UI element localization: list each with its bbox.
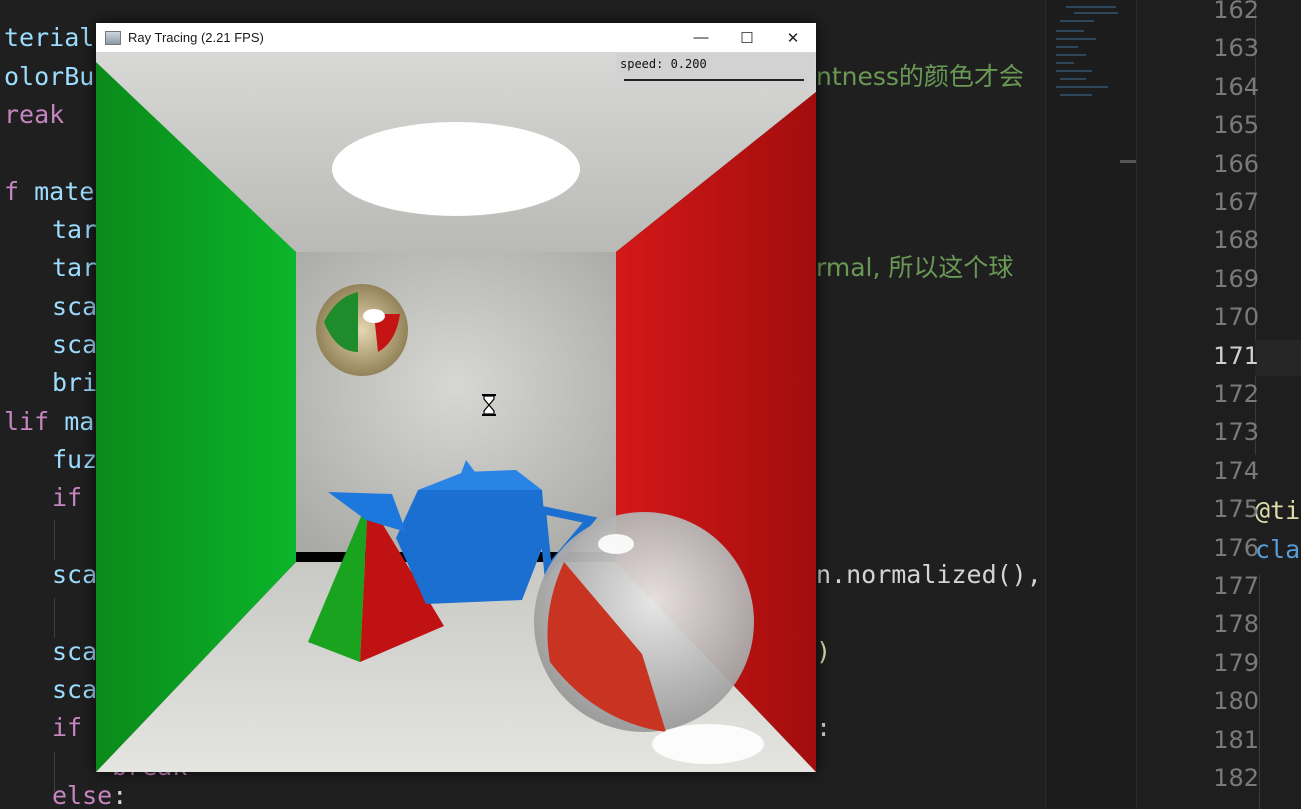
- line-number: 178: [1213, 610, 1259, 639]
- minimap[interactable]: [1045, 0, 1136, 809]
- line-number: 163: [1213, 34, 1259, 63]
- maximize-icon: ☐: [740, 29, 754, 47]
- code-token: tar: [52, 253, 98, 282]
- minimize-icon: —: [693, 29, 709, 46]
- code-line[interactable]: f mate: [4, 177, 94, 207]
- code-line[interactable]: reak: [4, 100, 64, 130]
- indent-guide: [54, 598, 55, 638]
- code-token: lif: [4, 407, 65, 436]
- cornell-box-render: [96, 52, 816, 772]
- code-fragment: :: [816, 713, 832, 742]
- line-number: 175: [1213, 495, 1259, 524]
- code-token: terial: [4, 23, 95, 52]
- code-line[interactable]: sca: [52, 560, 97, 590]
- code-token: ma: [64, 407, 95, 436]
- speed-label: speed: 0.200: [620, 57, 707, 71]
- code-token: sca: [52, 330, 98, 359]
- line-number: 171: [1213, 341, 1259, 370]
- line-number: 167: [1213, 188, 1259, 216]
- code-token: f: [4, 177, 35, 206]
- code-token: reak: [4, 100, 65, 129]
- code-token: if: [52, 483, 83, 512]
- line-number: 179: [1213, 648, 1259, 677]
- code-fragment: ): [816, 637, 832, 666]
- hourglass-icon: [482, 394, 496, 416]
- close-icon: ✕: [786, 29, 800, 47]
- code-token: sca: [52, 675, 98, 704]
- code-line[interactable]: if: [52, 483, 82, 513]
- scrollbar-marker[interactable]: [1120, 160, 1136, 163]
- line-number: 164: [1213, 72, 1259, 101]
- decorator-text: @ti: [1255, 496, 1301, 525]
- window-title: Ray Tracing (2.21 FPS): [128, 30, 264, 45]
- code-line[interactable]: sca: [52, 675, 97, 705]
- code-token: sca: [52, 292, 98, 321]
- class-keyword: cla: [1255, 535, 1301, 564]
- code-line[interactable]: lif ma: [4, 407, 94, 437]
- code-token: :: [112, 781, 128, 809]
- code-token: olorBu: [4, 62, 95, 91]
- line-number: 169: [1213, 264, 1259, 293]
- code-line[interactable]: fuz: [52, 445, 97, 475]
- code-fragment: ntness的颜色才会: [816, 62, 1024, 91]
- close-button[interactable]: ✕: [770, 23, 816, 52]
- code-fragment: n.normalized(),: [816, 560, 1042, 589]
- line-number: 168: [1213, 226, 1259, 255]
- line-number: 170: [1213, 303, 1259, 332]
- line-number: 172: [1213, 380, 1259, 408]
- line-number: 162: [1213, 0, 1259, 24]
- code-line[interactable]: if: [52, 713, 82, 743]
- code-token: fuz: [52, 445, 98, 474]
- code-line[interactable]: tar: [52, 215, 97, 245]
- code-token: mate: [34, 177, 95, 206]
- code-fragment: rmal, 所以这个球: [816, 253, 1014, 282]
- line-number: 182: [1213, 764, 1259, 792]
- speed-slider[interactable]: [624, 79, 804, 81]
- code-line[interactable]: terial: [4, 23, 94, 53]
- minimize-button[interactable]: —: [678, 23, 724, 52]
- code-line[interactable]: sca: [52, 330, 97, 360]
- line-number: 166: [1213, 149, 1259, 178]
- line-number: 181: [1213, 725, 1259, 754]
- code-line[interactable]: sca: [52, 637, 97, 667]
- code-line[interactable]: else:: [52, 781, 127, 809]
- line-number: 176: [1213, 533, 1259, 562]
- code-token: sca: [52, 637, 98, 666]
- indent-guide: [54, 520, 55, 560]
- code-token: else: [52, 781, 113, 809]
- code-token: tar: [52, 215, 98, 244]
- code-line[interactable]: tar: [52, 253, 97, 283]
- code-line[interactable]: bri: [52, 368, 97, 398]
- line-number: 173: [1213, 418, 1259, 447]
- render-canvas[interactable]: [96, 52, 816, 772]
- line-number: 165: [1213, 111, 1259, 140]
- indent-guide: [1259, 575, 1260, 809]
- line-number: 174: [1213, 456, 1259, 485]
- code-line[interactable]: sca: [52, 292, 97, 322]
- speed-control-panel[interactable]: speed: 0.200: [616, 53, 815, 91]
- current-line-highlight: [1255, 340, 1301, 376]
- line-number: 180: [1213, 687, 1259, 716]
- ray-tracing-window[interactable]: Ray Tracing (2.21 FPS) — ☐ ✕ speed: 0.20…: [96, 23, 816, 772]
- secondary-editor-pane[interactable]: @ti cla 162 163 164 165 166 167 168 169 170 171 17…: [1136, 0, 1301, 809]
- code-token: bri: [52, 368, 98, 397]
- line-number: 177: [1213, 572, 1259, 600]
- app-icon: [105, 30, 121, 45]
- maximize-button[interactable]: ☐: [724, 23, 770, 52]
- code-token: if: [52, 713, 83, 742]
- code-token: sca: [52, 560, 98, 589]
- window-titlebar[interactable]: Ray Tracing (2.21 FPS) — ☐ ✕: [96, 23, 816, 52]
